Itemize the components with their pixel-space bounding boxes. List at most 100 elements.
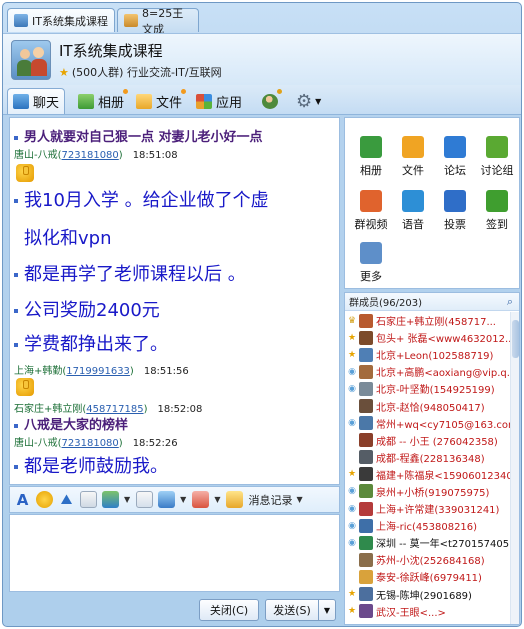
- sender-id-link[interactable]: 723181080: [62, 438, 119, 449]
- app-icon: [360, 136, 382, 158]
- status-blank: [347, 572, 357, 582]
- message-time: 18:51:56: [143, 366, 189, 377]
- tab-album[interactable]: 相册: [73, 88, 129, 114]
- bullet-marker: [14, 199, 18, 203]
- member-item[interactable]: ★ 武汉-王眼<...>: [345, 603, 511, 620]
- sender-id-link[interactable]: 723181080: [62, 150, 119, 161]
- chevron-down-icon[interactable]: ▼: [124, 495, 130, 504]
- chevron-down-icon[interactable]: ▼: [214, 495, 220, 504]
- status-icon: ◉: [348, 503, 356, 514]
- group-apps-panel: 相册 文件 论坛 讨论组群视频 语音 投票 签到更多: [344, 117, 520, 289]
- tab-file-label: 文件: [156, 95, 183, 111]
- member-name: 上海-ric(453808216): [376, 522, 478, 534]
- admin-star-icon: ★: [347, 606, 357, 617]
- member-item[interactable]: ◉ 北京+高鹏<aoxiang@vip.q...: [345, 363, 511, 380]
- screenshot-icon[interactable]: [158, 491, 176, 508]
- member-item[interactable]: 成都 -- 小王 (276042358): [345, 432, 511, 449]
- chevron-down-icon: ▼: [323, 605, 331, 615]
- notification-dot: [123, 89, 128, 94]
- font-icon[interactable]: A: [14, 491, 31, 509]
- scrollbar-thumb[interactable]: [512, 320, 519, 358]
- member-item[interactable]: 泰安-徐跃峰(6979411): [345, 568, 511, 585]
- member-item[interactable]: ◉ 深圳 -- 莫一年<t270157405...: [345, 534, 511, 551]
- emoji-icon[interactable]: [36, 491, 53, 508]
- member-item[interactable]: ◉ 常州+wq<cy7105@163.com>: [345, 415, 511, 432]
- chat-icon: [13, 94, 29, 109]
- member-item[interactable]: ◉ 北京-叶坚勤(154925199): [345, 380, 511, 397]
- member-list[interactable]: ♛ 石家庄+韩立刚(458717... ★ 包头+ 张磊<www4632012... ★…: [345, 312, 511, 620]
- message-history-button[interactable]: 消息记录: [248, 492, 292, 508]
- thumbs-up-emoji-icon: [16, 378, 34, 396]
- member-name: 北京-赵恰(948050417): [376, 402, 485, 414]
- tab-app[interactable]: 应用: [191, 88, 247, 114]
- shake-icon[interactable]: [80, 491, 97, 508]
- status-blank: [347, 401, 357, 411]
- member-item[interactable]: 苏州-小沈(252684168): [345, 551, 511, 568]
- chevron-down-icon[interactable]: ▼: [296, 495, 302, 504]
- avatar: [359, 364, 373, 379]
- member-item[interactable]: ♛ 石家庄+韩立刚(458717...: [345, 312, 511, 329]
- member-item[interactable]: ★ 福建+陈福泉<15906012340>: [345, 466, 511, 483]
- bullet-marker: [14, 309, 18, 313]
- send-options-button[interactable]: ▼: [318, 599, 336, 621]
- member-item[interactable]: 成都-程鑫(228136348): [345, 449, 511, 466]
- member-name: 泉州+小桥(919075975): [376, 487, 490, 499]
- message-text: 都是老师鼓励我。: [14, 452, 168, 478]
- bottom-button-bar: 关闭(C) 发送(S) ▼: [3, 593, 345, 625]
- member-item[interactable]: 北京-赵恰(948050417): [345, 397, 511, 414]
- tab-wang-wencheng[interactable]: 8=25王文成: [117, 7, 199, 36]
- image-icon[interactable]: [102, 491, 119, 508]
- music-icon[interactable]: [136, 491, 154, 508]
- gear-icon: ⚙: [296, 90, 313, 112]
- magic-emoji-icon[interactable]: ⛰: [58, 491, 75, 508]
- right-panel: 相册 文件 论坛 讨论组 群视频 语音 投票 签到 更多 群成员(96/203) ⌕ ♛ 石家庄+…: [344, 117, 520, 625]
- admin-star-icon: ★: [347, 469, 357, 480]
- group-info: ★ (500人群) 行业交流-IT/互联网: [59, 64, 222, 80]
- app-label: 更多: [360, 270, 382, 283]
- search-icon[interactable]: ⌕: [507, 295, 513, 309]
- app-2[interactable]: 文件: [395, 136, 431, 178]
- app-8[interactable]: 签到: [479, 190, 515, 232]
- sender-id-link[interactable]: 1719991633: [66, 366, 130, 377]
- avatar: [359, 501, 373, 516]
- status-icon: ◉: [348, 383, 356, 394]
- member-item[interactable]: ★ 北京+Leon(102588719): [345, 346, 511, 363]
- member-item[interactable]: ★ 包头+ 张磊<www4632012...: [345, 329, 511, 346]
- settings-button[interactable]: ⚙ ▼: [291, 88, 326, 114]
- member-list-scrollbar[interactable]: [510, 312, 519, 624]
- admin-star-icon: ★: [347, 332, 357, 343]
- tab-chat[interactable]: 聊天: [7, 88, 65, 114]
- member-name: 成都 -- 小王 (276042358): [376, 436, 498, 448]
- member-item[interactable]: ★ 无锡-陈坤(2901689): [345, 586, 511, 603]
- app-1[interactable]: 相册: [353, 136, 389, 178]
- album-icon: [78, 93, 94, 109]
- message-history-icon[interactable]: [226, 491, 244, 508]
- window-tab-bar: IT系统集成课程 8=25王文成: [3, 3, 521, 36]
- send-button[interactable]: 发送(S): [265, 599, 319, 621]
- avatar: [359, 330, 373, 345]
- message-content: 学费都挣出来了。: [24, 334, 168, 355]
- app-3[interactable]: 论坛: [437, 136, 473, 178]
- group-avatar[interactable]: [11, 40, 51, 80]
- message-input[interactable]: [9, 514, 340, 592]
- tab-it-course[interactable]: IT系统集成课程: [7, 8, 115, 32]
- app-4[interactable]: 讨论组: [479, 136, 515, 178]
- member-item[interactable]: ◉ 上海+许常建(339031241): [345, 500, 511, 517]
- group-icon: [124, 14, 138, 27]
- app-9[interactable]: 更多: [353, 242, 389, 284]
- tab-file[interactable]: 文件: [131, 88, 187, 114]
- app-5[interactable]: 群视频: [353, 190, 389, 232]
- voice-message-icon[interactable]: [192, 491, 210, 508]
- chat-message-area[interactable]: 男人就要对自己狠一点 对妻儿老小好一点 唐山-八戒(723181080) 18:51…: [9, 117, 340, 485]
- member-item[interactable]: ◉ 上海-ric(453808216): [345, 517, 511, 534]
- chevron-down-icon[interactable]: ▼: [180, 495, 186, 504]
- close-button[interactable]: 关闭(C): [199, 599, 259, 621]
- message-content: 拟化和vpn: [24, 228, 112, 249]
- group-title[interactable]: IT系统集成课程: [59, 40, 163, 61]
- app-6[interactable]: 语音: [395, 190, 431, 232]
- member-item[interactable]: ◉ 泉州+小桥(919075975): [345, 483, 511, 500]
- owner-icon: ♛: [347, 315, 357, 326]
- add-member-button[interactable]: [257, 88, 287, 114]
- app-7[interactable]: 投票: [437, 190, 473, 232]
- avatar: [359, 467, 373, 482]
